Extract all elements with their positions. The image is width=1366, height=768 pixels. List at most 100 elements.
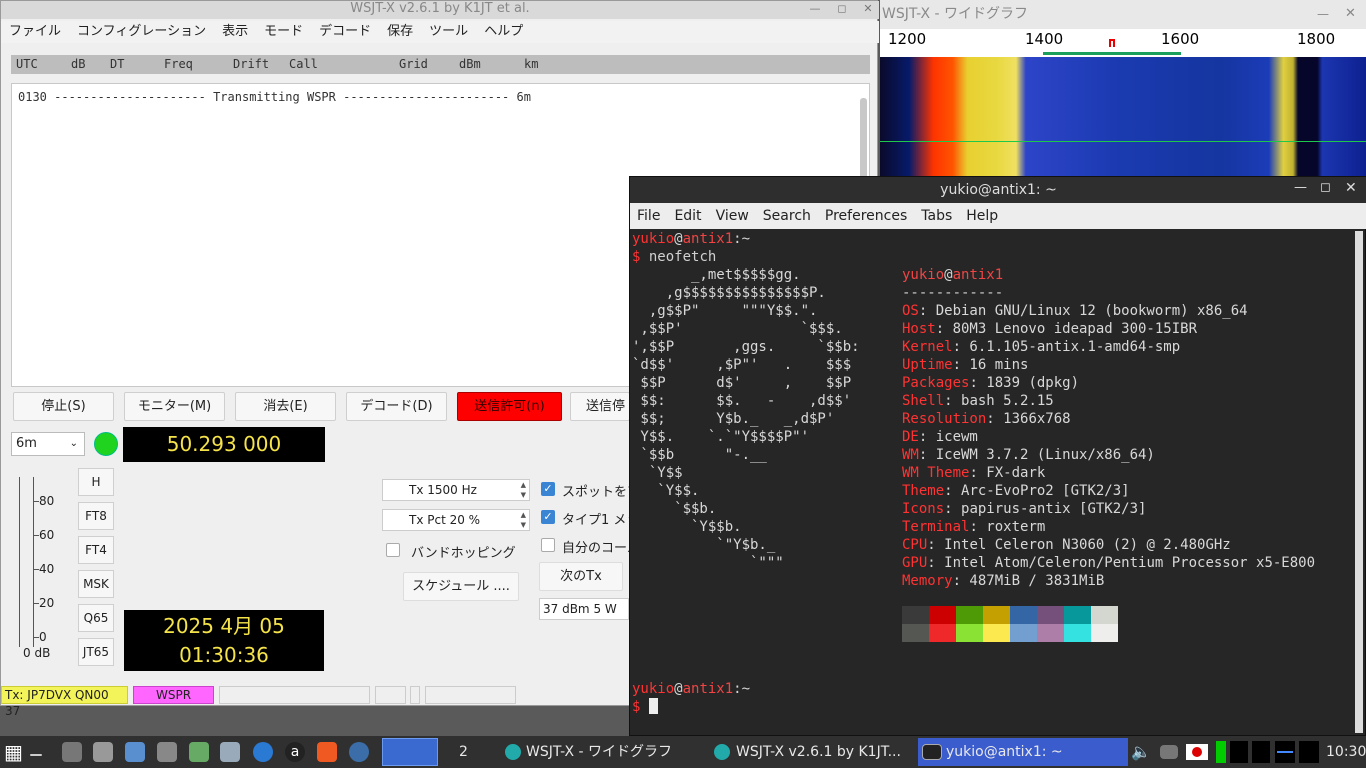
band-select[interactable]: 6m ⌄: [11, 432, 85, 456]
logo-line: `Y$$.: [632, 483, 700, 499]
menu-view[interactable]: 表示: [214, 21, 256, 43]
menu-configuration[interactable]: コンフィグレーション: [69, 21, 214, 43]
command-line: $ neofetch: [632, 249, 717, 265]
mode-q65-button[interactable]: Q65: [78, 604, 114, 632]
palette-swatch: [1010, 624, 1037, 642]
minimize-icon[interactable]: —: [1317, 7, 1329, 21]
workspace-2[interactable]: 2: [459, 740, 468, 764]
menu-help[interactable]: ヘルプ: [476, 21, 531, 43]
info-value: : Debian GNU/Linux 12 (bookworm) x86_64: [918, 303, 1248, 319]
info-key: Resolution: [902, 411, 987, 427]
window-list-icon[interactable]: [62, 742, 82, 762]
scale-label: 1200: [888, 30, 927, 48]
tx-pct-spinbox[interactable]: Tx Pct 20 % ▲ ▼: [382, 509, 530, 531]
prompt-host: antix1: [682, 231, 734, 247]
menu-view[interactable]: View: [709, 203, 756, 229]
menu-bar: ファイル コンフィグレーション 表示 モード デコード 保存 ツール ヘルプ: [1, 21, 879, 43]
info-value: : roxterm: [969, 519, 1046, 535]
type1-checkbox[interactable]: ✓: [541, 510, 555, 524]
mode-msk-button[interactable]: MSK: [78, 570, 114, 598]
menu-preferences[interactable]: Preferences: [818, 203, 914, 229]
info-value: : 6.1.105-antix.1-amd64-smp: [952, 339, 1181, 355]
upload-spots-checkbox[interactable]: ✓: [541, 482, 555, 496]
menu-edit[interactable]: Edit: [667, 203, 708, 229]
settings-icon[interactable]: [349, 742, 369, 762]
erase-button[interactable]: 消去(E): [235, 392, 336, 421]
next-tx-button[interactable]: 次のTx: [539, 562, 623, 591]
brave-icon[interactable]: [317, 742, 337, 762]
power-select[interactable]: 37 dBm 5 W: [539, 598, 629, 620]
amazon-icon[interactable]: a: [285, 742, 305, 762]
minimize-icon[interactable]: —: [1294, 180, 1307, 195]
volume-icon[interactable]: 🔈: [1131, 740, 1151, 764]
menu-decode[interactable]: デコード: [311, 21, 379, 43]
stop-button[interactable]: 停止(S): [13, 392, 114, 421]
task-wsjt[interactable]: WSJT-X v2.6.1 by K1JT...: [736, 740, 908, 764]
schedule-button[interactable]: スケジュール ....: [403, 572, 519, 601]
menu-save[interactable]: 保存: [379, 21, 421, 43]
mode-h-button[interactable]: H: [78, 468, 114, 496]
frequency-display: 50.293 000: [123, 427, 325, 462]
spin-arrows-icon[interactable]: ▲ ▼: [521, 480, 526, 500]
band-hopping-checkbox[interactable]: [386, 543, 400, 557]
close-icon[interactable]: ✕: [861, 2, 875, 16]
tx-frequency-spinbox[interactable]: Tx 1500 Hz ▲ ▼: [382, 479, 530, 501]
menu-tabs[interactable]: Tabs: [914, 203, 959, 229]
menu-file[interactable]: ファイル: [1, 21, 69, 43]
keyboard-icon[interactable]: [1160, 745, 1178, 759]
task-widegraph[interactable]: WSJT-X - ワイドグラフ: [526, 740, 672, 764]
show-desktop-icon[interactable]: [30, 754, 42, 756]
info-key: Shell: [902, 393, 945, 409]
menu-mode[interactable]: モード: [256, 21, 311, 43]
maximize-icon[interactable]: ◻: [1320, 180, 1331, 195]
network-icon[interactable]: [220, 742, 240, 762]
start-menu-icon[interactable]: ▦: [4, 742, 24, 762]
col-call: Call: [289, 57, 318, 71]
decode-button[interactable]: デコード(D): [346, 392, 447, 421]
japan-flag-icon[interactable]: [1186, 744, 1208, 760]
terminal-output[interactable]: yukio@antix1:~ $ neofetch _,met$$$$$gg. …: [630, 229, 1354, 735]
files-icon[interactable]: [125, 742, 145, 762]
waterfall[interactable]: [880, 57, 1366, 178]
palette-swatch: [983, 606, 1010, 624]
menu-file[interactable]: File: [630, 203, 667, 229]
minimize-icon[interactable]: —: [808, 2, 822, 16]
spin-arrows-icon[interactable]: ▲ ▼: [521, 510, 526, 530]
tx-marker-icon: [1109, 39, 1115, 47]
logo-line: `$$b "-.__: [632, 447, 767, 463]
logo-line: `d$$' ,$P"' . $$$: [632, 357, 852, 373]
own-call-checkbox[interactable]: [541, 538, 555, 552]
clock-date: 2025 4月 05: [163, 614, 285, 638]
mode-ft4-button[interactable]: FT4: [78, 536, 114, 564]
enable-tx-button[interactable]: 送信許可(n): [457, 392, 562, 421]
menu-search[interactable]: Search: [756, 203, 818, 229]
workspace-1[interactable]: [382, 738, 438, 766]
info-value: : 1839 (dpkg): [969, 375, 1080, 391]
info-key: DE: [902, 429, 919, 445]
monitor-button[interactable]: モニター(M): [124, 392, 225, 421]
info-key: Packages: [902, 375, 970, 391]
halt-tx-button[interactable]: 送信停止: [570, 392, 630, 421]
logo-line: $$P d$' , $$P: [632, 375, 852, 391]
maximize-icon[interactable]: ◻: [835, 2, 849, 16]
status-led-icon: [94, 432, 118, 456]
close-icon[interactable]: ✕: [1345, 6, 1356, 21]
skype-icon[interactable]: [253, 742, 273, 762]
menu-help[interactable]: Help: [959, 203, 1005, 229]
clock: 10:30: [1326, 744, 1366, 760]
close-icon[interactable]: ✕: [1345, 180, 1357, 196]
wide-graph-title: WSJT-X - ワイドグラフ: [880, 0, 1366, 29]
meter-tick: 20: [39, 596, 55, 610]
mode-jt65-button[interactable]: JT65: [78, 638, 114, 666]
editor-icon[interactable]: [189, 742, 209, 762]
download-icon[interactable]: [93, 742, 113, 762]
clock-time: 01:30:36: [179, 643, 269, 667]
menu-tools[interactable]: ツール: [421, 21, 476, 43]
palette-swatch: [1037, 606, 1064, 624]
command-text: neofetch: [648, 249, 717, 265]
mode-ft8-button[interactable]: FT8: [78, 502, 114, 530]
palette-swatch: [983, 624, 1010, 642]
task-terminal[interactable]: yukio@antix1: ~: [946, 740, 1063, 764]
terminal-scrollbar[interactable]: [1355, 231, 1363, 733]
archive-icon[interactable]: [157, 742, 177, 762]
